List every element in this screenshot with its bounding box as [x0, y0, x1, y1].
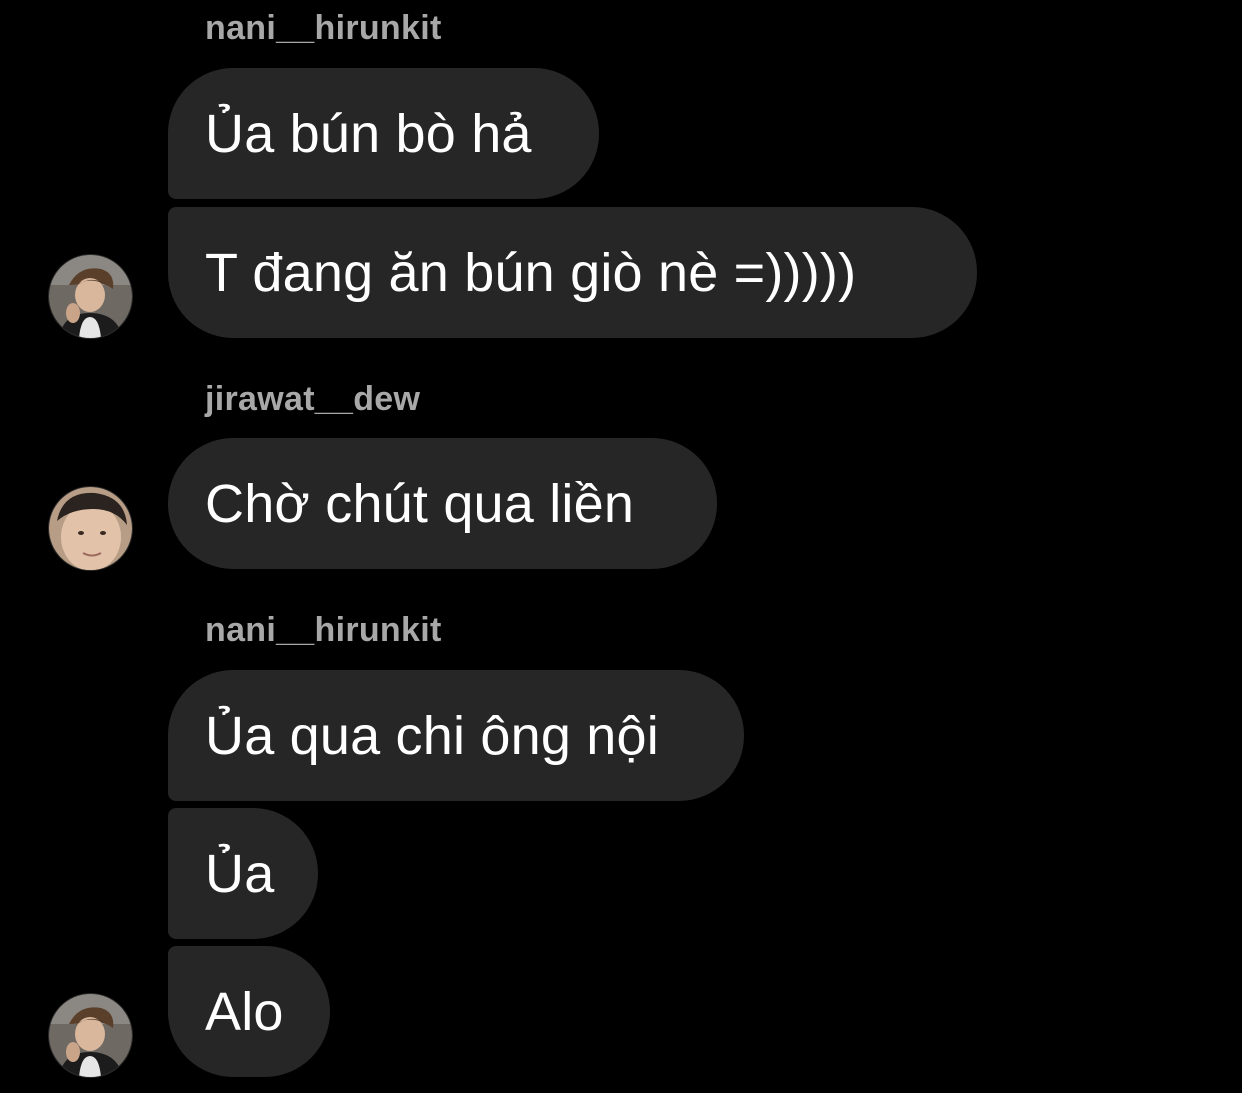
message-bubble[interactable]: Ủa bún bò hả [168, 68, 599, 199]
message-bubble[interactable]: Alo [168, 946, 330, 1077]
message-bubble[interactable]: T đang ăn bún giò nè =))))) [168, 207, 977, 338]
avatar-photo-nani [49, 255, 132, 338]
message-bubble[interactable]: Ủa [168, 808, 318, 939]
sender-name[interactable]: nani__hirunkit [205, 613, 442, 647]
avatar-photo-jirawat [49, 487, 132, 570]
message-bubble[interactable]: Ủa qua chi ông nội [168, 670, 744, 801]
avatar-photo-nani [49, 994, 132, 1077]
sender-name[interactable]: nani__hirunkit [205, 11, 442, 45]
avatar[interactable] [49, 487, 132, 570]
avatar[interactable] [49, 255, 132, 338]
avatar[interactable] [49, 994, 132, 1077]
sender-name[interactable]: jirawat__dew [205, 382, 420, 416]
message-bubble[interactable]: Chờ chút qua liền [168, 438, 717, 569]
